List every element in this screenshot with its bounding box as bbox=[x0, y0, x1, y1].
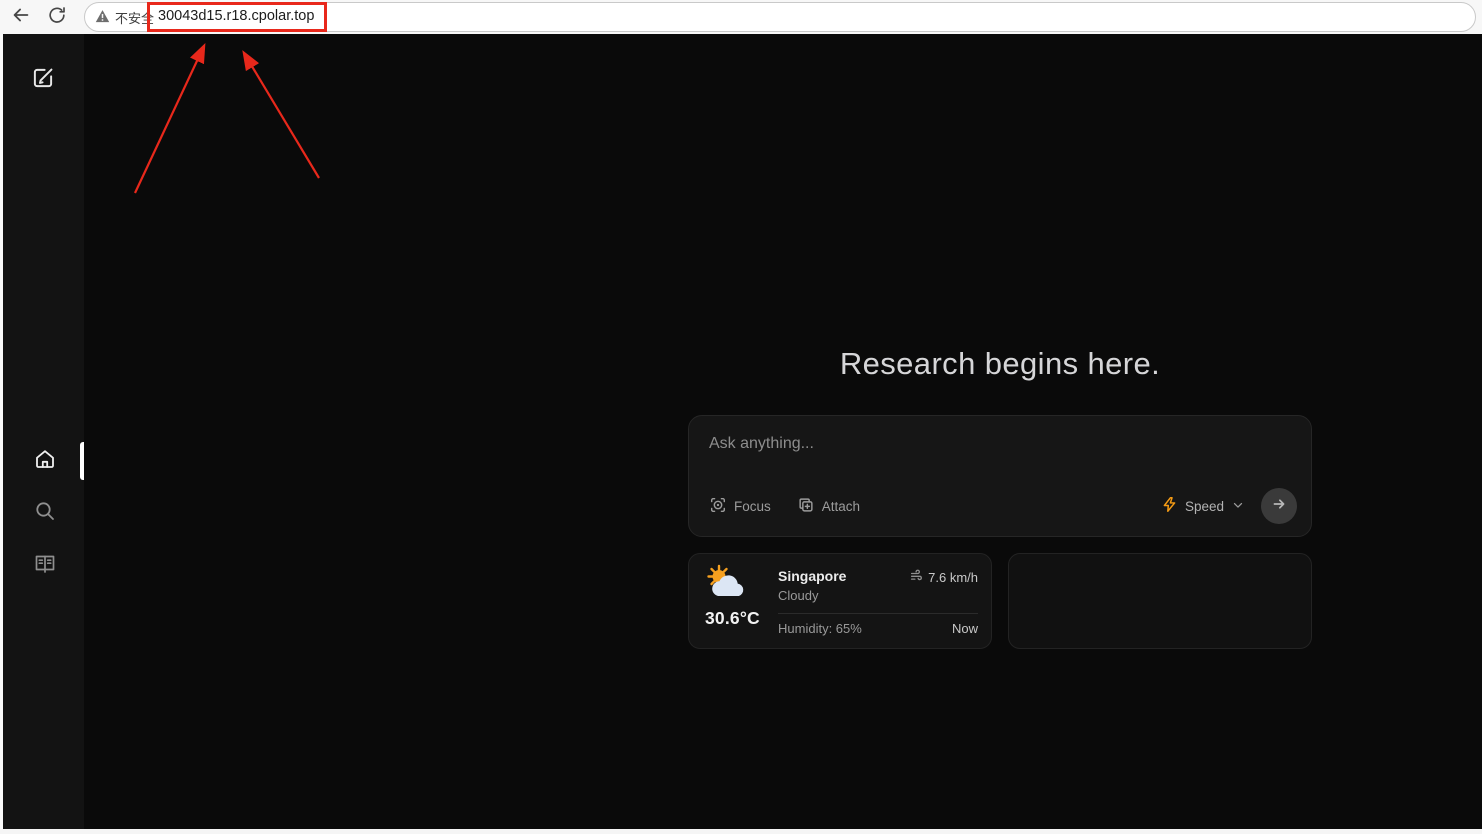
page-content: Research begins here. Focus Attach bbox=[0, 34, 1482, 829]
security-badge[interactable]: 不安全 bbox=[95, 0, 154, 34]
sidebar-item-home[interactable] bbox=[32, 448, 58, 474]
arrow-right-icon bbox=[1269, 494, 1289, 519]
weather-wind-value: 7.6 km/h bbox=[928, 570, 978, 585]
weather-widget[interactable]: 30.6°C Singapore 7.6 km/h Cloudy Humidit… bbox=[688, 553, 992, 649]
search-card: Focus Attach Speed bbox=[688, 415, 1312, 537]
library-icon bbox=[33, 551, 57, 580]
focus-label: Focus bbox=[734, 499, 771, 514]
browser-toolbar: 不安全 30043d15.r18.cpolar.top bbox=[0, 0, 1482, 34]
compose-button[interactable] bbox=[30, 67, 56, 93]
security-label: 不安全 bbox=[115, 8, 154, 27]
back-button[interactable] bbox=[8, 4, 34, 30]
main-area: Research begins here. Focus Attach bbox=[84, 34, 1482, 829]
lightning-bolt-icon bbox=[1161, 496, 1178, 516]
weather-city: Singapore bbox=[778, 568, 846, 584]
back-arrow-icon bbox=[10, 4, 32, 31]
url-text[interactable]: 30043d15.r18.cpolar.top bbox=[158, 0, 314, 33]
home-icon bbox=[33, 447, 57, 476]
search-icon bbox=[33, 499, 57, 528]
sidebar-item-search[interactable] bbox=[32, 500, 58, 526]
partly-cloudy-icon bbox=[702, 562, 754, 613]
search-actions-row: Focus Attach Speed bbox=[709, 488, 1297, 524]
chevron-down-icon bbox=[1231, 498, 1245, 515]
browser-window: 不安全 30043d15.r18.cpolar.top bbox=[0, 0, 1482, 834]
speed-selector[interactable]: Speed bbox=[1161, 496, 1245, 516]
empty-widget-card[interactable] bbox=[1008, 553, 1312, 649]
attach-icon bbox=[797, 496, 815, 517]
sidebar bbox=[3, 34, 84, 829]
focus-button[interactable]: Focus bbox=[709, 496, 771, 517]
weather-time: Now bbox=[952, 621, 978, 636]
weather-divider bbox=[778, 613, 978, 614]
submit-button[interactable] bbox=[1261, 488, 1297, 524]
focus-icon bbox=[709, 496, 727, 517]
refresh-icon bbox=[47, 5, 67, 30]
weather-wind: 7.6 km/h bbox=[910, 569, 978, 585]
search-right-actions: Speed bbox=[1161, 488, 1297, 524]
speed-label: Speed bbox=[1185, 499, 1224, 514]
attach-button[interactable]: Attach bbox=[797, 496, 860, 517]
sidebar-item-library[interactable] bbox=[32, 552, 58, 578]
weather-condition: Cloudy bbox=[778, 588, 818, 603]
refresh-button[interactable] bbox=[44, 4, 70, 30]
page-title: Research begins here. bbox=[688, 344, 1312, 384]
weather-temperature: 30.6°C bbox=[705, 608, 760, 629]
attach-label: Attach bbox=[822, 499, 860, 514]
compose-icon bbox=[30, 65, 56, 96]
weather-humidity: Humidity: 65% bbox=[778, 621, 862, 636]
ask-input[interactable] bbox=[689, 416, 1311, 474]
wind-icon bbox=[910, 569, 923, 585]
window-bottom-edge bbox=[0, 829, 1482, 834]
warning-triangle-icon bbox=[95, 9, 110, 26]
